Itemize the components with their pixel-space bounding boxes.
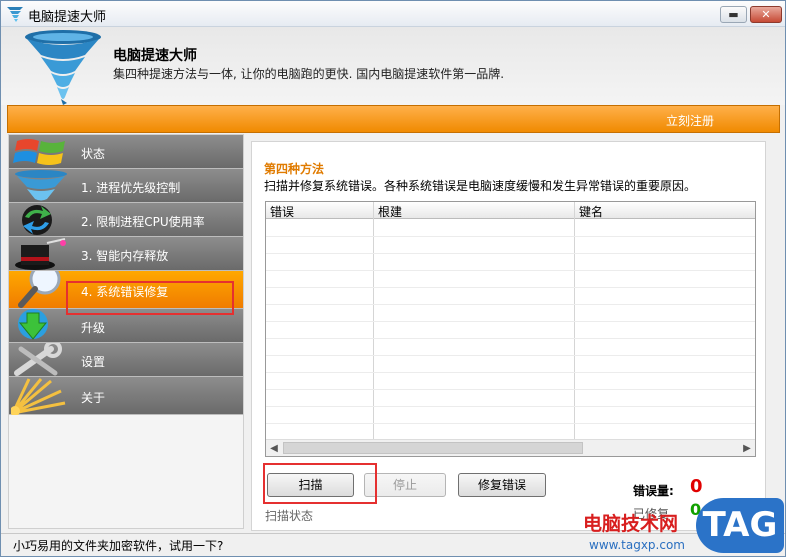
sidebar-item-process-priority[interactable]: 1. 进程优先级控制 (9, 169, 243, 203)
product-slogan: 集四种提速方法与一体, 让你的电脑跑的更快. 国内电脑提速软件第一品牌. (113, 67, 505, 81)
sidebar-item-memory-release[interactable]: 3. 智能内存释放 (9, 237, 243, 271)
register-link[interactable]: 立刻注册 (666, 112, 714, 129)
refresh-arrows-icon (22, 205, 52, 235)
wrench-icon (14, 343, 62, 376)
sidebar-item-label: 关于 (81, 391, 106, 405)
error-count-value: 0 (690, 476, 703, 497)
error-table[interactable]: 错误 根建 键名 ◀ ▶ (265, 201, 756, 457)
top-orange-bar: 立刻注册 (7, 105, 780, 133)
watermark-url: www.tagxp.com (589, 538, 685, 552)
sidebar-item-cpu-limit[interactable]: 2. 限制进程CPU使用率 (9, 203, 243, 237)
tornado-icon (15, 170, 67, 201)
row-line (266, 287, 755, 288)
row-line (266, 355, 755, 356)
sidebar: 状态 1. 进程优先级控制 2. 限制进程CPU使用率 3. 智能内存释放 4.… (8, 134, 244, 529)
close-button[interactable]: ✕ (750, 6, 782, 23)
error-count-label: 错误量: (633, 484, 674, 498)
product-name: 电脑提速大师 (113, 48, 197, 64)
row-line (266, 406, 755, 407)
method-description: 扫描并修复系统错误。各种系统错误是电脑速度缓慢和发生异常错误的重要原因。 (264, 179, 697, 193)
repair-button[interactable]: 修复错误 (458, 473, 546, 497)
tornado-app-icon (7, 7, 23, 22)
sidebar-item-label: 设置 (81, 355, 106, 369)
sidebar-item-label: 3. 智能内存释放 (81, 249, 169, 263)
windows-logo-icon (13, 139, 65, 165)
magic-hat-icon (15, 238, 66, 270)
watermark-text: 电脑技术网 (583, 513, 679, 535)
column-header-key-name[interactable]: 键名 (579, 203, 603, 220)
row-line (266, 372, 755, 373)
sidebar-item-label: 状态 (81, 147, 106, 161)
app-window: 电脑提速大师 ▬ ✕ 电脑提速大师 集四种提速方法与一体, 让你的电脑跑的更快.… (0, 0, 786, 557)
scan-status-label: 扫描状态 (265, 509, 314, 523)
sidebar-item-settings[interactable]: 设置 (9, 343, 243, 377)
row-line (266, 253, 755, 254)
scroll-right-icon[interactable]: ▶ (739, 441, 755, 456)
sun-rays-icon (11, 378, 66, 415)
status-message[interactable]: 小巧易用的文件夹加密软件，试用一下? (13, 537, 223, 554)
sidebar-item-status[interactable]: 状态 (9, 135, 243, 169)
scroll-thumb[interactable] (283, 442, 583, 454)
watermark-badge: TAG (696, 498, 784, 553)
method-title: 第四种方法 (264, 162, 325, 176)
download-arrow-icon (18, 309, 48, 340)
row-line (266, 236, 755, 237)
table-header: 错误 根建 键名 (266, 202, 755, 219)
window-title: 电脑提速大师 (28, 10, 107, 25)
row-line (266, 389, 755, 390)
row-line (266, 423, 755, 424)
scroll-left-icon[interactable]: ◀ (266, 441, 282, 456)
row-line (266, 270, 755, 271)
sidebar-item-label: 升级 (81, 321, 106, 335)
sidebar-item-label: 2. 限制进程CPU使用率 (81, 215, 205, 229)
app-header: 电脑提速大师 集四种提速方法与一体, 让你的电脑跑的更快. 国内电脑提速软件第一… (1, 27, 785, 105)
sidebar-item-label: 1. 进程优先级控制 (81, 181, 181, 195)
highlight-box-nav (66, 281, 234, 315)
tornado-logo-icon (25, 30, 101, 105)
highlight-box-scan (263, 463, 377, 504)
column-header-error[interactable]: 错误 (270, 203, 294, 220)
row-line (266, 321, 755, 322)
minimize-button[interactable]: ▬ (720, 6, 747, 23)
row-line (266, 338, 755, 339)
sidebar-item-about[interactable]: 关于 (9, 377, 243, 415)
title-bar: 电脑提速大师 ▬ ✕ (1, 1, 785, 27)
column-header-root-key[interactable]: 根建 (378, 203, 402, 220)
row-line (266, 304, 755, 305)
horizontal-scrollbar[interactable]: ◀ ▶ (266, 439, 755, 456)
